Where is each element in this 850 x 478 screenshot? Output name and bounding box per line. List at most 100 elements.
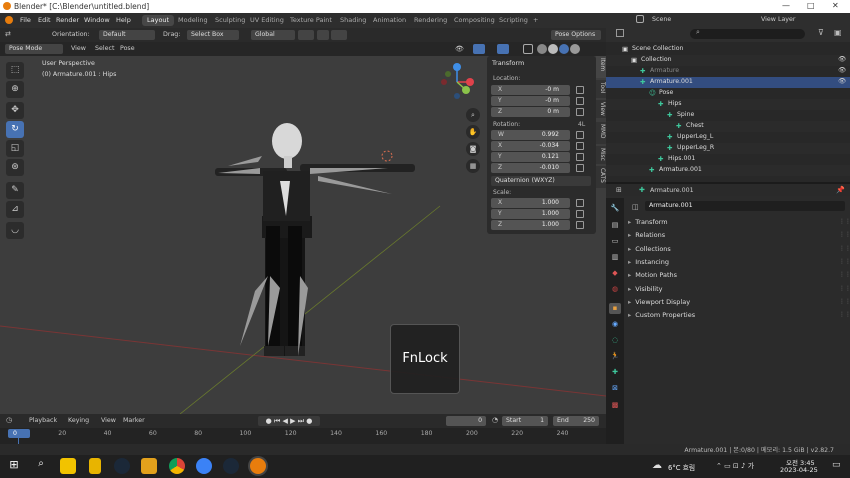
outliner-row[interactable]: ✚ Armature.001 👁 xyxy=(606,77,850,88)
data-block-icon[interactable]: ◫ xyxy=(632,203,639,211)
render-tab-icon[interactable]: ▤ xyxy=(609,220,621,231)
rotation-lock-icon[interactable] xyxy=(576,153,584,161)
tab-layout[interactable]: Layout xyxy=(142,15,175,26)
object-data-tab-icon[interactable]: 🏃 xyxy=(609,351,621,362)
outliner-row[interactable]: ✚ Spine xyxy=(606,110,850,121)
rotation-z-field[interactable]: Z -0.010 xyxy=(491,163,570,173)
scale-y-field[interactable]: Y 1.000 xyxy=(491,209,570,219)
tab-misc[interactable]: Misc xyxy=(596,146,606,164)
tab-texture-paint[interactable]: Texture Paint xyxy=(285,15,337,26)
blender-taskbar-icon[interactable] xyxy=(250,458,266,474)
bone-constraint-tab-icon[interactable]: ⊠ xyxy=(609,383,621,394)
notification-icon[interactable]: ▭ xyxy=(832,460,841,470)
xray-toggle[interactable] xyxy=(523,44,533,54)
outliner-row[interactable]: ✚ Armature.001 xyxy=(606,165,850,176)
editor-type-icon[interactable]: ⇄ xyxy=(5,30,11,38)
start-frame-field[interactable]: Start 1 xyxy=(502,416,548,426)
rotation-x-field[interactable]: X -0.034 xyxy=(491,141,570,151)
object-tab-icon[interactable]: ▪ xyxy=(609,303,621,314)
add-workspace-button[interactable]: + xyxy=(528,15,543,26)
tab-tool[interactable]: Tool xyxy=(596,80,606,98)
chrome-icon[interactable] xyxy=(169,458,185,474)
tray-icons[interactable]: ⌃ ▭ ⊡ ♪ 가 xyxy=(716,461,754,471)
end-frame-field[interactable]: End 250 xyxy=(553,416,599,426)
camera-icon[interactable]: ◙ xyxy=(466,142,480,156)
search-icon[interactable]: ⌕ xyxy=(33,458,49,474)
pan-hand-icon[interactable]: ✋ xyxy=(466,125,480,139)
drag-handle-icon[interactable]: ⋮⋮ xyxy=(839,218,850,225)
rotation-4l-badge[interactable]: 4L xyxy=(578,121,585,128)
tab-animation[interactable]: Animation xyxy=(368,15,411,26)
steam-icon[interactable] xyxy=(114,458,130,474)
menu-playback[interactable]: Playback xyxy=(29,417,57,424)
file-explorer-icon[interactable] xyxy=(141,458,157,474)
location-lock-icon[interactable] xyxy=(576,86,584,94)
physics-tab-icon[interactable]: ◌ xyxy=(609,335,621,346)
eye-visibility-icon[interactable]: 👁 xyxy=(838,77,846,85)
properties-editor-icon[interactable]: ⊞ xyxy=(616,186,622,194)
tab-item[interactable]: Item xyxy=(596,56,606,78)
world-tab-icon[interactable]: ◍ xyxy=(609,284,621,295)
shading-solid-button[interactable] xyxy=(548,44,558,54)
new-collection-icon[interactable]: ▣ xyxy=(834,28,842,37)
menu-edit[interactable]: Edit xyxy=(38,16,51,24)
pivot-point-dropdown[interactable] xyxy=(298,30,314,40)
lock-app-icon[interactable] xyxy=(89,458,101,474)
menu-marker[interactable]: Marker xyxy=(123,417,145,424)
transform-icon[interactable]: ⊛ xyxy=(6,159,24,176)
location-x-field[interactable]: X -0 m xyxy=(491,85,570,95)
tab-rendering[interactable]: Rendering xyxy=(409,15,452,26)
menu-keying[interactable]: Keying xyxy=(68,417,89,424)
drag-dropdown[interactable]: Select Box xyxy=(187,30,239,40)
close-button[interactable]: ✕ xyxy=(832,1,839,10)
tab-mmd[interactable]: MMD xyxy=(596,122,606,144)
eye-visibility-icon[interactable]: 👁 xyxy=(838,66,846,74)
current-frame-field[interactable]: 0 xyxy=(446,416,486,426)
outliner-row[interactable]: ▣ Collection 👁 xyxy=(606,55,850,66)
playback-controls[interactable]: ● ⏮ ◀ ▶ ⏭ ● xyxy=(258,416,320,426)
rotate-icon[interactable]: ↻ xyxy=(6,121,24,138)
timeline-editor-icon[interactable]: ◷ xyxy=(6,416,12,424)
drag-handle-icon[interactable]: ⋮⋮ xyxy=(839,231,850,238)
outliner-row[interactable]: ☺ Pose xyxy=(606,88,850,99)
location-lock-icon[interactable] xyxy=(576,97,584,105)
annotate-icon[interactable]: ✎ xyxy=(6,182,24,199)
object-name-field[interactable]: Armature.001 xyxy=(645,201,845,211)
filter-icon[interactable]: ⊽ xyxy=(818,28,824,37)
eye-visibility-icon[interactable]: 👁 xyxy=(838,55,846,63)
shading-wireframe-button[interactable] xyxy=(537,44,547,54)
clock-date[interactable]: 2023-04-25 xyxy=(780,466,818,474)
view-layer-label[interactable]: View Layer xyxy=(761,16,796,23)
menu-timeline-view[interactable]: View xyxy=(101,417,116,424)
app-icon[interactable] xyxy=(196,458,212,474)
scale-lock-icon[interactable] xyxy=(576,221,584,229)
move-icon[interactable]: ✥ xyxy=(6,102,24,119)
kakaotalk-icon[interactable] xyxy=(60,458,76,474)
rotation-w-field[interactable]: W 0.992 xyxy=(491,130,570,140)
mode-dropdown[interactable]: Pose Mode xyxy=(5,44,63,54)
rotation-mode-dropdown[interactable]: Quaternion (WXYZ) xyxy=(491,176,591,186)
rotation-lock-icon[interactable] xyxy=(576,142,584,150)
weather-text[interactable]: 6°C 흐림 xyxy=(668,462,695,472)
steam-2-icon[interactable] xyxy=(223,458,239,474)
output-tab-icon[interactable]: ▭ xyxy=(609,236,621,247)
cursor-icon[interactable]: ⊕ xyxy=(6,81,24,98)
tab-compositing[interactable]: Compositing xyxy=(449,15,500,26)
timeline-ruler[interactable]: 0 20 40 60 80 100 120 140 160 180 200 220 240 xyxy=(0,428,606,445)
measure-icon[interactable]: ⊿ xyxy=(6,201,24,218)
orientation-dropdown[interactable]: Default xyxy=(99,30,155,40)
snap-toggle[interactable] xyxy=(317,30,329,40)
minimize-button[interactable]: — xyxy=(782,1,790,10)
overlay-toggle[interactable] xyxy=(497,44,509,54)
transform-panel-header[interactable]: Transform xyxy=(492,59,524,67)
outliner-row[interactable]: ✚ UpperLeg_L xyxy=(606,132,850,143)
drag-handle-icon[interactable]: ⋮⋮ xyxy=(839,258,850,265)
property-section-collections[interactable]: Collections xyxy=(628,245,671,253)
menu-pose[interactable]: Pose xyxy=(120,45,135,52)
maximize-button[interactable]: □ xyxy=(807,1,815,10)
tool-tab-icon[interactable]: 🔧 xyxy=(609,203,621,214)
property-section-relations[interactable]: Relations xyxy=(628,231,665,239)
drag-handle-icon[interactable]: ⋮⋮ xyxy=(839,311,850,318)
drag-handle-icon[interactable]: ⋮⋮ xyxy=(839,271,850,278)
transform-orientation-dropdown[interactable]: Global xyxy=(251,30,295,40)
